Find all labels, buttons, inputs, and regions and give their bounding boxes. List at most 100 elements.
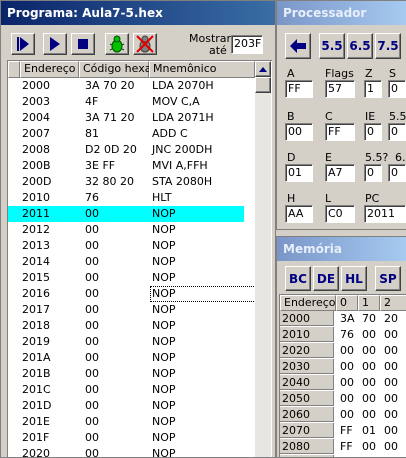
- memory-row[interactable]: 2070 FF 01 00: [280, 423, 406, 439]
- interrupt-5-5-button[interactable]: 5.5: [319, 33, 345, 59]
- column-header-hex[interactable]: Código hexa: [79, 61, 151, 78]
- memory-cell[interactable]: 00: [382, 343, 398, 359]
- register-a[interactable]: FF: [285, 80, 313, 98]
- table-row[interactable]: 2004 3A 71 20 LDA 2071H: [8, 110, 244, 126]
- memory-row[interactable]: 2050 00 00 00: [280, 391, 406, 407]
- memory-cell[interactable]: 00: [382, 423, 398, 439]
- memory-cell[interactable]: 00: [382, 407, 398, 423]
- memory-cell[interactable]: 00: [382, 439, 398, 455]
- show-until-input[interactable]: 203F: [231, 35, 263, 54]
- memory-cell[interactable]: 20: [382, 311, 398, 327]
- table-row[interactable]: 201C 00 NOP: [8, 382, 244, 398]
- flag-i55[interactable]: 0: [388, 123, 406, 141]
- clear-breakpoints-button[interactable]: [133, 33, 157, 55]
- row-mnemonic: JNC 200DH: [152, 143, 213, 156]
- table-row[interactable]: 201F 00 NOP: [8, 430, 244, 446]
- table-row[interactable]: 201D 00 NOP: [8, 398, 244, 414]
- memory-cell[interactable]: 00: [338, 375, 354, 391]
- memory-header-0[interactable]: 0: [336, 295, 358, 311]
- table-row[interactable]: 200D 32 80 20 STA 2080H: [8, 174, 244, 190]
- register-flags[interactable]: 57: [325, 80, 355, 98]
- memory-row[interactable]: 2020 00 00 00: [280, 343, 406, 359]
- memory-cell[interactable]: 00: [360, 359, 376, 375]
- memory-row[interactable]: 2010 76 00 00: [280, 327, 406, 343]
- memory-cell[interactable]: 76: [338, 327, 354, 343]
- table-row[interactable]: 2017 00 NOP: [8, 302, 244, 318]
- memory-row[interactable]: 2000 3A 70 20: [280, 311, 406, 327]
- table-row[interactable]: 2000 3A 70 20 LDA 2070H: [8, 78, 244, 94]
- memory-row[interactable]: 2060 00 00 00: [280, 407, 406, 423]
- step-into-button[interactable]: [11, 33, 35, 55]
- memory-cell[interactable]: 00: [360, 439, 376, 455]
- table-row[interactable]: 2014 00 NOP: [8, 254, 244, 270]
- table-row[interactable]: 200B 3E FF MVI A,FFH: [8, 158, 244, 174]
- back-button[interactable]: [285, 33, 311, 59]
- memory-hl-button[interactable]: HL: [341, 266, 367, 291]
- memory-cell[interactable]: 70: [360, 311, 376, 327]
- memory-cell[interactable]: 00: [338, 343, 354, 359]
- memory-sp-button[interactable]: SP: [375, 266, 401, 291]
- table-row[interactable]: 2015 00 NOP: [8, 270, 244, 286]
- register-l[interactable]: C0: [325, 205, 355, 223]
- memory-header-1[interactable]: 1: [358, 295, 380, 311]
- memory-cell[interactable]: 00: [382, 391, 398, 407]
- table-row[interactable]: 2003 4F MOV C,A: [8, 94, 244, 110]
- memory-cell[interactable]: FF: [338, 423, 353, 439]
- flag-ie[interactable]: 0: [364, 123, 382, 141]
- stop-button[interactable]: [71, 33, 95, 55]
- register-d[interactable]: 01: [285, 164, 313, 182]
- memory-cell[interactable]: 00: [360, 327, 376, 343]
- memory-cell[interactable]: 3A: [338, 311, 355, 327]
- debug-button[interactable]: [105, 33, 129, 55]
- memory-cell[interactable]: 00: [338, 391, 354, 407]
- table-row[interactable]: 201A 00 NOP: [8, 350, 244, 366]
- memory-row[interactable]: 2080 FF 00 00: [280, 439, 406, 455]
- memory-bc-button[interactable]: BC: [285, 266, 311, 291]
- table-row[interactable]: 2010 76 HLT: [8, 190, 244, 206]
- register-pc[interactable]: 2011: [364, 205, 406, 223]
- interrupt-6-5-button[interactable]: 6.5: [347, 33, 373, 59]
- memory-cell[interactable]: 00: [382, 375, 398, 391]
- memory-row[interactable]: 2040 00 00 00: [280, 375, 406, 391]
- table-row[interactable]: 201B 00 NOP: [8, 366, 244, 382]
- memory-cell[interactable]: 00: [360, 375, 376, 391]
- table-row[interactable]: 2007 81 ADD C: [8, 126, 244, 142]
- table-row[interactable]: 2013 00 NOP: [8, 238, 244, 254]
- memory-de-button[interactable]: DE: [313, 266, 339, 291]
- table-row[interactable]: 2018 00 NOP: [8, 318, 244, 334]
- flag-z[interactable]: 1: [364, 80, 382, 98]
- table-row[interactable]: 2019 00 NOP: [8, 334, 244, 350]
- column-header-mnemonic[interactable]: Mnemônico: [149, 61, 255, 78]
- register-e[interactable]: A7: [325, 164, 355, 182]
- register-b[interactable]: 00: [285, 123, 313, 141]
- memory-cell[interactable]: 00: [382, 359, 398, 375]
- table-row[interactable]: 2011 00 NOP: [8, 206, 244, 222]
- flag-i55q[interactable]: 0: [364, 164, 382, 182]
- register-h[interactable]: AA: [285, 205, 313, 223]
- scroll-thumb[interactable]: [255, 77, 271, 93]
- table-row[interactable]: 2016 00 NOP: [8, 286, 256, 302]
- memory-row[interactable]: 2030 00 00 00: [280, 359, 406, 375]
- program-scrollbar[interactable]: [255, 61, 271, 457]
- table-row[interactable]: 2008 D2 0D 20 JNC 200DH: [8, 142, 244, 158]
- memory-cell[interactable]: 00: [360, 343, 376, 359]
- interrupt-7-5-button[interactable]: 7.5: [375, 33, 401, 59]
- memory-header-address[interactable]: Endereço: [280, 295, 336, 311]
- flag-s[interactable]: 0: [388, 80, 406, 98]
- memory-cell[interactable]: 00: [382, 327, 398, 343]
- memory-cell[interactable]: 00: [338, 359, 354, 375]
- memory-cell[interactable]: FF: [338, 439, 353, 455]
- memory-cell[interactable]: 00: [338, 407, 354, 423]
- run-button[interactable]: [43, 33, 67, 55]
- scroll-up-button[interactable]: [255, 61, 271, 77]
- memory-cell[interactable]: 00: [360, 391, 376, 407]
- register-c[interactable]: FF: [325, 123, 355, 141]
- memory-cell[interactable]: 00: [360, 407, 376, 423]
- table-row[interactable]: 2020 00 NOP: [8, 446, 244, 457]
- memory-cell[interactable]: 01: [360, 423, 376, 439]
- flag-i6[interactable]: 0: [388, 164, 406, 182]
- table-row[interactable]: 2012 00 NOP: [8, 222, 244, 238]
- table-row[interactable]: 201E 00 NOP: [8, 414, 244, 430]
- column-header-address[interactable]: Endereço: [20, 61, 79, 78]
- memory-header-2[interactable]: 2: [380, 295, 406, 311]
